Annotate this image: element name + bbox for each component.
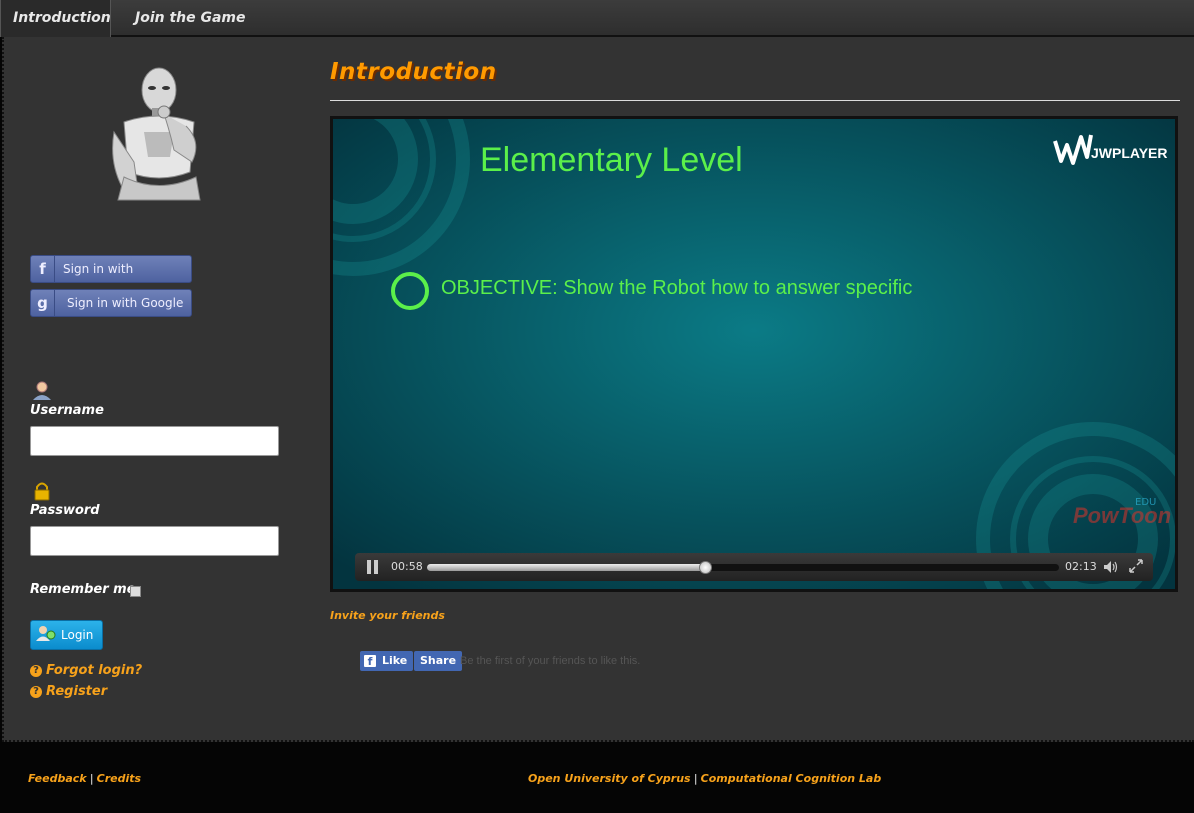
tab-introduction[interactable]: Introduction <box>0 0 111 37</box>
top-nav: Introduction Join the Game <box>0 0 1194 37</box>
username-input[interactable] <box>30 426 279 456</box>
video-player[interactable]: JWPLAYER Elementary Level OBJECTIVE: Sho… <box>330 116 1178 592</box>
help-icon: ? <box>30 665 42 677</box>
footer: Feedback | Credits Open University of Cypr… <box>0 744 1194 813</box>
jwplayer-logo-icon <box>1053 134 1093 165</box>
title-divider <box>330 100 1180 101</box>
facebook-icon: f <box>31 256 55 282</box>
facebook-social-text: Be the first of your friends to like thi… <box>460 655 641 667</box>
seek-progress <box>427 564 706 571</box>
university-link[interactable]: Open University of Cyprus <box>528 772 691 785</box>
lock-icon <box>34 482 50 501</box>
facebook-like-button[interactable]: f Like <box>360 651 414 671</box>
password-label: Password <box>30 503 100 518</box>
login-users-icon <box>36 626 56 641</box>
seek-handle[interactable] <box>699 561 713 574</box>
time-elapsed: 00:58 <box>391 560 423 573</box>
volume-icon[interactable] <box>1103 559 1119 575</box>
sign-in-facebook-button[interactable]: f Sign in with Facebook <box>30 255 192 302</box>
lab-link[interactable]: Computational Cognition Lab <box>701 772 882 785</box>
password-input[interactable] <box>30 526 279 556</box>
username-label: Username <box>30 403 104 418</box>
tab-join-the-game[interactable]: Join the Game <box>123 0 258 37</box>
forgot-login-link[interactable]: ? Forgot login? <box>30 663 142 678</box>
remember-me-checkbox[interactable] <box>130 586 141 597</box>
page-title: Introduction <box>330 59 497 85</box>
slide-objective: OBJECTIVE: Show the Robot how to answer … <box>441 277 913 299</box>
player-controls: 00:58 02:13 <box>355 553 1153 581</box>
time-duration: 02:13 <box>1065 560 1097 573</box>
robot-thinking-image <box>112 67 201 201</box>
footer-left: Feedback | Credits <box>28 772 142 785</box>
seek-bar[interactable] <box>427 561 1059 574</box>
user-icon <box>33 381 51 400</box>
help-icon: ? <box>30 686 42 698</box>
google-icon: g <box>31 290 55 316</box>
remember-me-label: Remember me <box>30 582 136 597</box>
credits-link[interactable]: Credits <box>97 772 141 785</box>
login-button[interactable]: Login <box>30 620 103 650</box>
invite-friends-link[interactable]: Invite your friends <box>330 609 445 622</box>
powtoon-edu-watermark: EDU <box>1135 497 1157 508</box>
powtoon-watermark: PowToon <box>1073 503 1172 528</box>
fullscreen-icon[interactable] <box>1129 559 1143 573</box>
facebook-share-button[interactable]: Share <box>414 651 463 671</box>
sign-in-google-button[interactable]: g Sign in with Google <box>30 289 192 317</box>
footer-right: Open University of Cyprus | Computational … <box>528 772 882 785</box>
register-link[interactable]: ? Register <box>30 684 107 699</box>
jwplayer-brand: JWPLAYER <box>1091 145 1168 161</box>
pause-button[interactable] <box>365 559 381 575</box>
video-frame <box>333 119 1175 589</box>
slide-title: Elementary Level <box>480 141 743 179</box>
facebook-icon: f <box>364 655 376 668</box>
feedback-link[interactable]: Feedback <box>28 772 87 785</box>
main-panel: f Sign in with Facebook g Sign in with G… <box>2 37 1194 742</box>
